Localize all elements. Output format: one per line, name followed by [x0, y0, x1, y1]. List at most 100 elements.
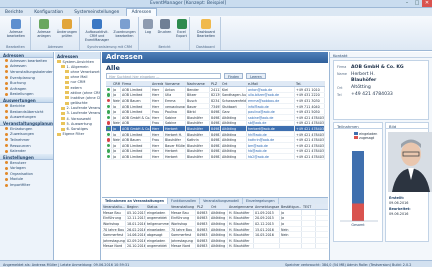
column-header[interactable]: PLZ — [210, 81, 221, 86]
cell: AOB Limited — [121, 154, 151, 159]
cell: Ja — [112, 114, 121, 120]
sidebar-item-icon — [5, 132, 8, 136]
sidebar-item-label: Buchung — [10, 81, 26, 86]
column-header[interactable]: Bestätigun... — [280, 204, 302, 209]
ribbon-group-bearbeiten: Adresse bearbeiten Bearbeiten — [1, 17, 31, 50]
column-header[interactable]: Ort — [210, 204, 228, 209]
add-address-button[interactable]: Adresse anlegen — [33, 19, 55, 38]
column-header[interactable]: Veranstaltung — [170, 204, 196, 209]
folder-icon — [57, 132, 61, 136]
column-header[interactable]: e-Mail — [247, 81, 295, 86]
column-header[interactable]: PLZ — [196, 204, 210, 209]
dashboard-edit-button[interactable]: Dashboard Bearbeiten — [194, 19, 218, 38]
check-changes-button[interactable]: Änderungen prüfen — [56, 19, 78, 38]
sidebar-item-label: Veranstaltungskalender — [10, 69, 53, 74]
cell: Blauhöfer — [186, 126, 210, 131]
cell: Altötting — [221, 120, 247, 126]
tab-adressen[interactable]: Adressen — [125, 8, 158, 16]
close-icon[interactable]: ✕ — [422, 0, 432, 7]
edit-icon — [11, 19, 21, 29]
cell: +49 431 2220 — [295, 92, 325, 98]
folder-icon — [65, 96, 69, 100]
find-button[interactable]: Finden — [224, 73, 244, 79]
column-header[interactable]: Anzeigenname — [228, 204, 254, 209]
cell: Altötting — [221, 154, 247, 159]
status-dot-icon — [107, 126, 111, 131]
cell: 84983 — [211, 148, 221, 154]
sync-crm-button[interactable]: Aufbauaktivit. CRM und EventManager — [84, 19, 110, 42]
tree-item[interactable]: System-Ansichten — [55, 59, 100, 64]
table-row[interactable]: Ja AOB Limited Herr Herbert Blauhöfer 84983 Al… — [106, 154, 325, 160]
excel-export-button[interactable]: Excel Export — [173, 19, 190, 38]
cell: hh@aob.de — [247, 131, 295, 137]
column-header[interactable]: Vorname — [164, 81, 186, 86]
title-bar: EventManager [Konzept: Beispiel] – □ ✕ — [0, 0, 432, 8]
cell: Altötting — [221, 148, 247, 154]
tree-item-label: gelöschte — [70, 101, 88, 106]
detail-row[interactable]: Messe Nord 20.10.2016 angemeldet Messe Nord… — [102, 243, 328, 250]
cell: Herr — [151, 87, 164, 92]
cell: abgesagt — [146, 232, 170, 237]
column-header[interactable]: Anmeldungszeit — [254, 204, 280, 209]
maximize-icon[interactable]: □ — [412, 0, 422, 7]
minimize-icon[interactable]: – — [402, 0, 412, 7]
cell: AOB GmbH & Co. KG — [122, 126, 151, 131]
tree-item-label: ohne Mail — [70, 75, 88, 80]
sidebar-item-icon — [5, 70, 8, 74]
tree-item-label: 3. Laufende Veranst. — [66, 111, 101, 116]
cell: Altötting — [210, 237, 228, 243]
cell: AOB Limited — [121, 142, 151, 148]
column-header[interactable]: Beginn — [126, 204, 146, 209]
column-header[interactable]: CRM — [112, 81, 121, 86]
cell: Herbert — [164, 148, 186, 154]
clear-button[interactable]: Leeren — [246, 73, 266, 79]
right-panel: Kontakt Firma AOB GmbH & Co. KG Name Herber… — [329, 52, 432, 260]
column-header[interactable]: Nachname — [186, 81, 210, 86]
column-header[interactable]: Status — [146, 204, 170, 209]
cell: H. Blauhöfer — [228, 221, 254, 226]
cell: AOB Limited — [121, 87, 151, 92]
participation-header: Teilnahmen — [334, 123, 382, 129]
cell: herbert@aob.de — [247, 126, 295, 131]
person-photo — [388, 132, 432, 192]
tree-item[interactable]: Eigene Filter — [55, 132, 100, 137]
cell: Ja — [280, 221, 302, 226]
tree-item-label: inaktive (ohne CRM) — [70, 95, 101, 100]
sidebar-item-label: Bestandsübersicht — [10, 109, 44, 114]
photo-panel: Bild Erstellt: 09.06.2016 Bearbeitet: 09… — [385, 122, 432, 242]
search-input[interactable]: Hier Suchtext hier eingeben ... — [106, 73, 221, 79]
tab-konfiguration[interactable]: Konfiguration — [29, 9, 68, 16]
tab-berichte[interactable]: Berichte — [0, 9, 28, 16]
column-header[interactable]: Veranstaltu... — [102, 204, 126, 209]
tab-systemeinstellungen[interactable]: Systemeinstellungen — [69, 9, 124, 16]
edit-address-button[interactable]: Adresse bearbeiten — [5, 19, 27, 38]
contact-card: Firma AOB GmbH & Co. KG Name Herbert H. Blau… — [333, 60, 429, 120]
cell — [302, 237, 316, 243]
column-header[interactable]: TEST — [302, 204, 316, 209]
folder-icon — [61, 106, 65, 110]
cell: +49 421 4784038 — [296, 148, 325, 154]
bar-invited — [352, 151, 364, 204]
log-button[interactable]: Log — [140, 19, 156, 34]
cell: +49 421 4784033 — [296, 126, 325, 131]
column-header[interactable]: Firma — [121, 81, 151, 86]
cell: Ja — [112, 87, 121, 92]
printer-icon — [159, 19, 170, 29]
column-header[interactable]: Tel. — [295, 81, 325, 86]
print-button[interactable]: Drucken — [156, 19, 173, 34]
column-header[interactable]: Anrede — [151, 81, 164, 86]
cell: AOB GmbH & Co. KG — [122, 114, 151, 120]
sidebar-item-label: Kalender — [10, 149, 26, 154]
cell: Nein — [113, 137, 121, 142]
cell: 84983 — [211, 137, 221, 142]
edit-mappings-button[interactable]: Zuordnungen bearbeiten — [112, 19, 137, 38]
sidebar-item-label: Adressen — [10, 64, 27, 69]
cell: Ja — [112, 103, 121, 109]
tree-item-label: System-Ansichten — [62, 59, 95, 64]
sidebar-item[interactable]: Importfilter — [0, 182, 53, 188]
sidebar-section-header[interactable]: Veranstaltungsplanung — [0, 119, 53, 126]
ribbon-group-adressen: Adresse anlegen Änderungen prüfen Adress… — [32, 17, 80, 50]
cell: Blauhöfer — [186, 114, 210, 120]
column-header[interactable]: Ort — [221, 81, 247, 86]
sidebar-item-icon — [5, 138, 8, 142]
